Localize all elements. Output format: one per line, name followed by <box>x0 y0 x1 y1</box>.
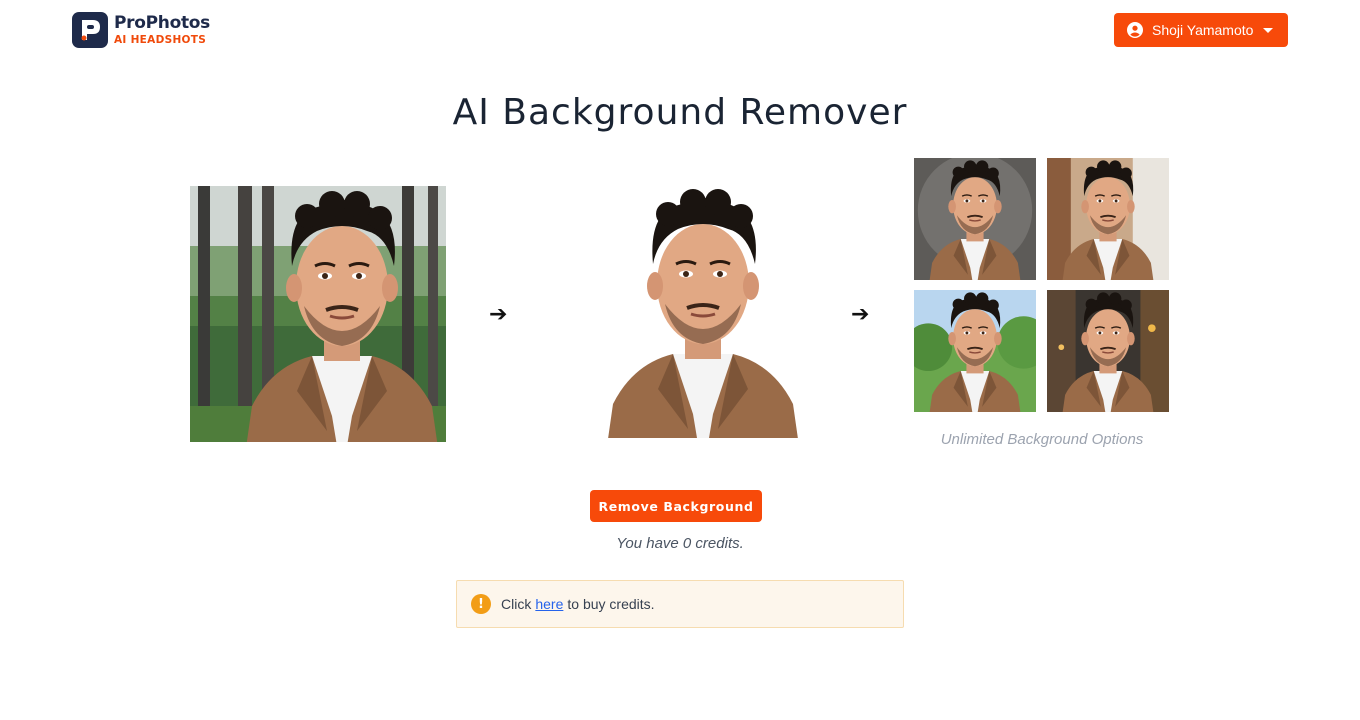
caret-down-icon <box>1263 27 1274 33</box>
buy-credits-link[interactable]: here <box>535 596 563 612</box>
arrow-right-icon: ➔ <box>489 302 508 327</box>
brand-name: ProPhotos <box>114 12 210 33</box>
background-option-studio <box>914 158 1036 280</box>
p-logo-icon <box>72 12 108 48</box>
remove-background-button[interactable]: Remove Background <box>590 490 762 522</box>
cutout-photo <box>553 186 809 442</box>
background-option-park <box>914 290 1036 412</box>
background-option-office <box>1047 158 1169 280</box>
buy-credits-alert: ! Click here to buy credits. <box>456 580 904 628</box>
original-photo <box>190 186 446 442</box>
brand-subtitle: AI HEADSHOTS <box>114 33 207 46</box>
credits-balance: You have 0 credits. <box>616 535 744 552</box>
background-option-city <box>1047 290 1169 412</box>
warning-icon: ! <box>471 594 491 614</box>
alert-suffix: to buy credits. <box>567 596 655 612</box>
alert-prefix: Click <box>501 596 532 612</box>
user-name: Shoji Yamamoto <box>1152 22 1254 38</box>
background-options-caption: Unlimited Background Options <box>940 431 1144 448</box>
arrow-right-icon: ➔ <box>851 302 870 327</box>
brand-logo[interactable]: ProPhotos AI HEADSHOTS <box>72 12 210 48</box>
user-menu-button[interactable]: Shoji Yamamoto <box>1114 13 1288 47</box>
user-circle-icon <box>1127 22 1143 38</box>
page-title: AI Background Remover <box>452 92 908 133</box>
